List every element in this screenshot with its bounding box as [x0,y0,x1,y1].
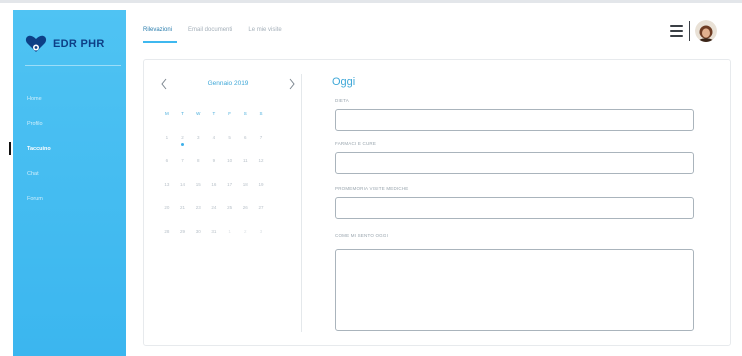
dieta-input[interactable] [336,112,693,132]
calendar-day[interactable]: 24 [206,205,222,229]
calendar-day[interactable]: 31 [206,229,222,253]
calendar-day[interactable]: 10 [222,158,238,182]
tab-le-mie-visite[interactable]: Le mie visite [248,27,281,43]
panel-divider [301,74,302,332]
come-mi-sento-field [335,249,694,331]
hamburger-menu-icon[interactable] [670,25,683,38]
calendar-day[interactable]: 3 [253,229,269,253]
calendar-day[interactable]: 9 [206,158,222,182]
tab-rilevazioni[interactable]: Rilevazioni [143,27,178,43]
calendar-day[interactable]: 16 [206,182,222,206]
calendar-day[interactable]: 15 [190,182,206,206]
calendar-day[interactable]: 26 [237,205,253,229]
calendar-day[interactable]: 7 [253,135,269,159]
calendar-week-row: 13 14 15 16 17 18 19 [159,182,269,206]
sidebar-item-label: Taccuino [27,145,51,152]
promemoria-visite-input[interactable] [336,200,693,220]
sidebar-item-forum[interactable]: Forum [13,186,126,211]
weekday-label: M [164,111,169,116]
calendar-month-label: Gennaio 2019 [207,80,249,87]
brand-divider [25,65,121,66]
calendar-header: Gennaio 2019 [158,76,298,92]
calendar-day[interactable]: 6 [237,135,253,159]
calendar-day[interactable]: 4 [206,135,222,159]
calendar-day[interactable]: 1 [159,135,175,159]
top-border [0,0,742,3]
sidebar-item-home[interactable]: Home [13,86,126,111]
calendar-weekday-row: M T W T F S S [159,111,269,135]
calendar-day[interactable]: 19 [253,182,269,206]
sidebar-item-label: Chat [27,170,39,177]
calendar-day[interactable]: 17 [222,182,238,206]
calendar-day[interactable]: 13 [159,182,175,206]
come-mi-sento-textarea[interactable] [336,250,693,330]
calendar-week-row: 1234567 [159,135,269,159]
chevron-right-icon[interactable] [286,76,298,92]
calendar-day[interactable]: 5 [222,135,238,159]
calendar-day[interactable]: 3 [190,135,206,159]
calendar-day[interactable]: 18 [237,182,253,206]
calendar-week-row: 20 21 23 24 25 26 27 [159,205,269,229]
brand[interactable]: EDR PHR [25,34,105,54]
notebook-card: Gennaio 2019 M T W T F S S 1 2 3 4 5 6 7 6 7 8 9 10… [143,59,731,346]
calendar-day[interactable]: 20 [159,205,175,229]
sidebar: EDR PHR Home Profilo Taccuino Chat Forum [9,10,126,356]
sidebar-item-label: Forum [27,195,43,202]
calendar-day[interactable]: 6 [159,158,175,182]
user-avatar-icon[interactable] [695,20,717,42]
weekday-label: T [181,111,184,116]
brand-name: EDR PHR [53,38,105,50]
calendar-day-today[interactable]: 2 [175,135,191,159]
tab-email-documenti[interactable]: Email documenti [188,27,232,43]
heart-logo-icon [25,35,47,52]
calendar-day[interactable]: 30 [190,229,206,253]
farmaci-cure-label: FARMACI E CURE [335,141,377,146]
calendar-day[interactable]: 23 [190,205,206,229]
tab-bar: Rilevazioni Email documenti Le mie visit… [143,27,282,43]
come-mi-sento-label: COME MI SENTO OGGI [335,233,389,238]
sidebar-item-taccuino[interactable]: Taccuino [9,136,126,161]
sidebar-item-profilo[interactable]: Profilo [13,111,126,136]
dieta-label: DIETA [335,98,349,103]
calendar-day[interactable]: 8 [190,158,206,182]
calendar-day[interactable]: 7 [175,158,191,182]
calendar-week-row: 28 29 30 31 1 2 3 [159,229,269,253]
calendar-grid: M T W T F S S 1 2 3 4 5 6 7 6 7 8 9 10 11 12 13 14 15 16 1… [159,111,269,252]
calendar-day[interactable]: 11 [237,158,253,182]
weekday-label: F [228,111,231,116]
farmaci-cure-field [335,152,694,175]
weekday-label: T [212,111,216,116]
calendar-day[interactable]: 12 [253,158,269,182]
sidebar-item-label: Home [27,95,42,102]
page-title: Oggi [332,76,356,88]
calendar-week-row: 6 7 8 9 10 11 12 [159,158,269,182]
calendar-day[interactable]: 25 [222,205,238,229]
calendar-weeks: 1 2 3 4 5 6 7 6 7 8 9 10 11 12 13 14 15 16 17 18 19 20 21 23 24 2… [159,135,269,253]
weekday-label: W [196,111,201,116]
calendar-day[interactable]: 27 [253,205,269,229]
promemoria-visite-field [335,197,694,220]
calendar-day[interactable]: 2 [237,229,253,253]
calendar-day[interactable]: 29 [175,229,191,253]
calendar-day[interactable]: 21 [175,205,191,229]
promemoria-visite-label: PROMEMORIA VISITE MEDICHE [335,186,409,191]
sidebar-item-label: Profilo [27,120,43,127]
sidebar-nav: Home Profilo Taccuino Chat Forum [9,86,126,211]
weekday-label: S [259,111,263,116]
calendar-day[interactable]: 14 [175,182,191,206]
sidebar-item-chat[interactable]: Chat [13,161,126,186]
calendar-day[interactable]: 1 [222,229,238,253]
weekday-label: S [243,111,247,116]
farmaci-cure-input[interactable] [336,155,693,175]
dieta-field [335,109,694,132]
header-separator [689,21,690,41]
calendar-day[interactable]: 28 [159,229,175,253]
